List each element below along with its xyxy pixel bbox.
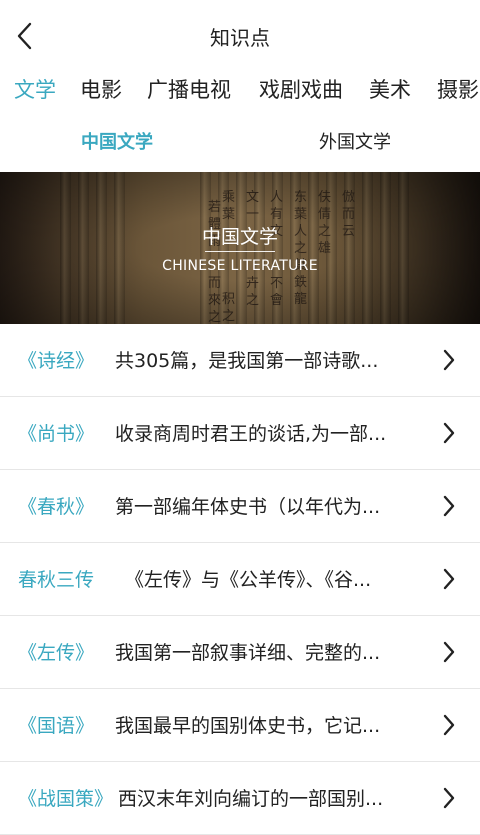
item-desc: 我国最早的国别体史书，它记...: [115, 715, 381, 737]
chevron-right-icon: [443, 349, 455, 371]
list-item[interactable]: 春秋三传 《左传》与《公羊传》、《谷...: [0, 543, 480, 616]
chevron-right-icon: [443, 422, 455, 444]
sub-tabs: 中国文学 外国文学: [0, 128, 480, 164]
item-desc: 西汉末年刘向编订的一部国别...: [118, 788, 384, 810]
item-desc: 第一部编年体史书（以年代为...: [115, 496, 381, 518]
chevron-right-icon: [443, 714, 455, 736]
item-name: 《尚书》: [18, 423, 95, 445]
tab-wenxue[interactable]: 文学: [14, 74, 56, 104]
item-name: 春秋三传: [18, 569, 95, 591]
banner-subtitle: CHINESE LITERATURE: [162, 258, 318, 274]
chevron-right-icon: [443, 641, 455, 663]
knowledge-list: 《诗经》 共305篇，是我国第一部诗歌... 《尚书》 收录商周时君王的谈话,为…: [0, 324, 480, 835]
item-name: 《战国策》: [18, 788, 114, 810]
tab-xiju-xiqu[interactable]: 戏剧戏曲: [259, 74, 343, 104]
item-name: 《春秋》: [18, 496, 95, 518]
item-name: 《国语》: [18, 715, 95, 737]
item-desc: 收录商周时君王的谈话,为一部...: [115, 423, 387, 445]
tab-meishu[interactable]: 美术: [369, 74, 411, 104]
item-name: 《左传》: [18, 642, 95, 664]
tab-guangbo-dianshi[interactable]: 广播电视: [147, 74, 231, 104]
chevron-right-icon: [443, 568, 455, 590]
list-item[interactable]: 《尚书》 收录商周时君王的谈话,为一部...: [0, 397, 480, 470]
list-item[interactable]: 《左传》 我国第一部叙事详细、完整的...: [0, 616, 480, 689]
header-bar: 知识点: [0, 0, 480, 70]
chevron-right-icon: [443, 787, 455, 809]
list-item[interactable]: 《国语》 我国最早的国别体史书，它记...: [0, 689, 480, 762]
banner-image[interactable]: 伕 倩 之 雄 倣 而 云 东 葉 人 之 其 鉄 龍 人 有 文 不 會 文 …: [0, 172, 480, 324]
list-item[interactable]: 《春秋》 第一部编年体史书（以年代为...: [0, 470, 480, 543]
subtab-foreign-literature[interactable]: 外国文学: [319, 128, 391, 154]
banner-divider: [205, 251, 275, 252]
list-item[interactable]: 《诗经》 共305篇，是我国第一部诗歌...: [0, 324, 480, 397]
item-desc: 共305篇，是我国第一部诗歌...: [115, 350, 379, 372]
tab-dianying[interactable]: 电影: [80, 74, 122, 104]
category-tabs: 文学 电影 广播电视 戏剧戏曲 美术 摄影: [0, 74, 480, 112]
banner-title: 中国文学: [201, 226, 278, 248]
item-desc: 我国第一部叙事详细、完整的...: [115, 642, 381, 664]
chevron-right-icon: [443, 495, 455, 517]
item-desc: 《左传》与《公羊传》、《谷...: [125, 569, 372, 591]
item-name: 《诗经》: [18, 350, 95, 372]
list-item[interactable]: 《战国策》 西汉末年刘向编订的一部国别...: [0, 762, 480, 835]
subtab-chinese-literature[interactable]: 中国文学: [81, 128, 153, 154]
tab-sheying[interactable]: 摄影: [437, 74, 479, 104]
page-title: 知识点: [210, 26, 270, 50]
